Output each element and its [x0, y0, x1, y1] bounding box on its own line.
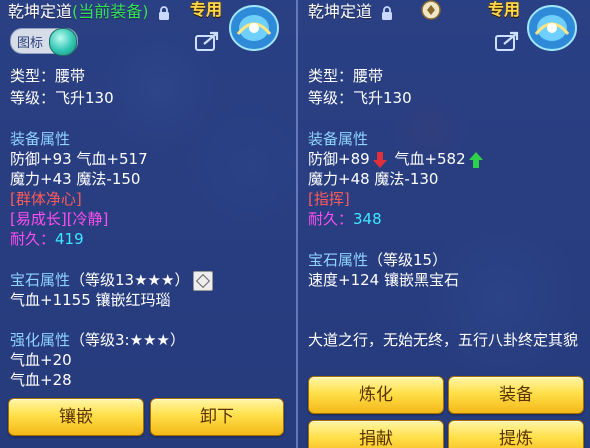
- special-effect-2: [易成长][冷静]: [10, 210, 109, 228]
- gem-line: 速度+124 镶嵌黑宝石: [308, 271, 459, 289]
- decrease-arrow-icon: [372, 151, 387, 168]
- equip-button[interactable]: 装备: [448, 376, 584, 414]
- enhance-line-2: 气血+28: [10, 371, 72, 389]
- level-line: 等级：飞升130: [308, 89, 412, 107]
- equip-attr-title: 装备属性: [10, 130, 71, 148]
- icon-toggle[interactable]: 图标: [10, 28, 78, 56]
- gem-socket-icon[interactable]: [420, 0, 442, 20]
- unequip-button[interactable]: 卸下: [150, 398, 284, 436]
- hp-value: 气血+582: [394, 150, 466, 168]
- durability-value: 348: [353, 210, 382, 228]
- dedicated-emblem-icon: [527, 5, 577, 51]
- special-tag: 专用: [488, 0, 521, 19]
- enhance-attr-line: 强化属性（等级3:★★★）: [10, 330, 185, 350]
- item-name: 乾坤定道: [8, 2, 73, 21]
- type-line: 类型：腰带: [10, 67, 86, 85]
- type-line: 类型：腰带: [308, 67, 384, 85]
- inlay-button[interactable]: 镶嵌: [8, 398, 144, 436]
- special-effect: [指挥]: [308, 190, 350, 208]
- refine-button[interactable]: 炼化: [308, 376, 444, 414]
- share-icon[interactable]: [194, 30, 220, 52]
- share-icon[interactable]: [494, 30, 520, 52]
- lock-icon[interactable]: [381, 5, 393, 20]
- current-equipment-panel: 乾坤定道(当前装备) 专用 图标 类型：腰带 等级：飞升130 装备属性 防御+…: [0, 0, 298, 448]
- temper-button[interactable]: 提炼: [448, 420, 584, 448]
- enhance-line-1: 气血+20: [10, 351, 72, 369]
- defense-value: 防御+93: [10, 150, 72, 168]
- defense-value: 防御+89: [308, 150, 370, 168]
- gem-line: 气血+1155 镶嵌红玛瑙: [10, 291, 171, 309]
- item-title: 乾坤定道: [308, 0, 393, 22]
- attr-line-2: 魔力+48 魔法-130: [308, 170, 439, 188]
- durability-label: 耐久：: [308, 210, 354, 228]
- level-line: 等级：飞升130: [10, 89, 114, 107]
- enhance-title: 强化属性: [10, 331, 71, 349]
- equip-attr-title: 装备属性: [308, 130, 369, 148]
- durability-line: 耐久：419: [10, 229, 84, 249]
- attr-line-2: 魔力+43 魔法-150: [10, 170, 141, 188]
- special-effect: [群体净心]: [10, 190, 82, 208]
- increase-arrow-icon: [468, 151, 483, 168]
- gem-attr-line: 宝石属性（等级15）: [308, 250, 447, 270]
- special-tag: 专用: [190, 0, 223, 19]
- lock-icon[interactable]: [158, 5, 170, 20]
- item-title: 乾坤定道(当前装备): [8, 0, 170, 22]
- attr-line-1: 防御+89 气血+582: [308, 149, 486, 169]
- attr-line-1: 防御+93 气血+517: [10, 149, 148, 169]
- toggle-label: 图标: [17, 36, 44, 51]
- enhance-level: （等级3:★★★）: [70, 331, 185, 349]
- durability-value: 419: [55, 230, 84, 248]
- hp-value: 气血+517: [76, 150, 148, 168]
- dedicated-emblem-icon: [229, 5, 279, 51]
- durability-label: 耐久：: [10, 230, 56, 248]
- gem-attr-line: 宝石属性（等级13★★★）: [10, 270, 214, 291]
- gem-title: 宝石属性: [10, 271, 71, 289]
- toggle-knob: [49, 28, 77, 56]
- gem-level: （等级13★★★）: [70, 271, 190, 289]
- item-name: 乾坤定道: [308, 2, 373, 21]
- durability-line: 耐久：348: [308, 209, 382, 229]
- gem-icon[interactable]: [193, 270, 214, 291]
- gem-title: 宝石属性: [308, 251, 369, 269]
- current-equip-tag: (当前装备): [72, 2, 149, 21]
- donate-button[interactable]: 捐献: [308, 420, 444, 448]
- item-description: 大道之行，无始无终，五行八卦终定其貌: [308, 331, 579, 349]
- gem-level: （等级15）: [368, 251, 448, 269]
- compare-equipment-panel: 乾坤定道 专用 类型：腰带 等级：飞升130 装备属性 防御+89 气血+582…: [298, 0, 590, 448]
